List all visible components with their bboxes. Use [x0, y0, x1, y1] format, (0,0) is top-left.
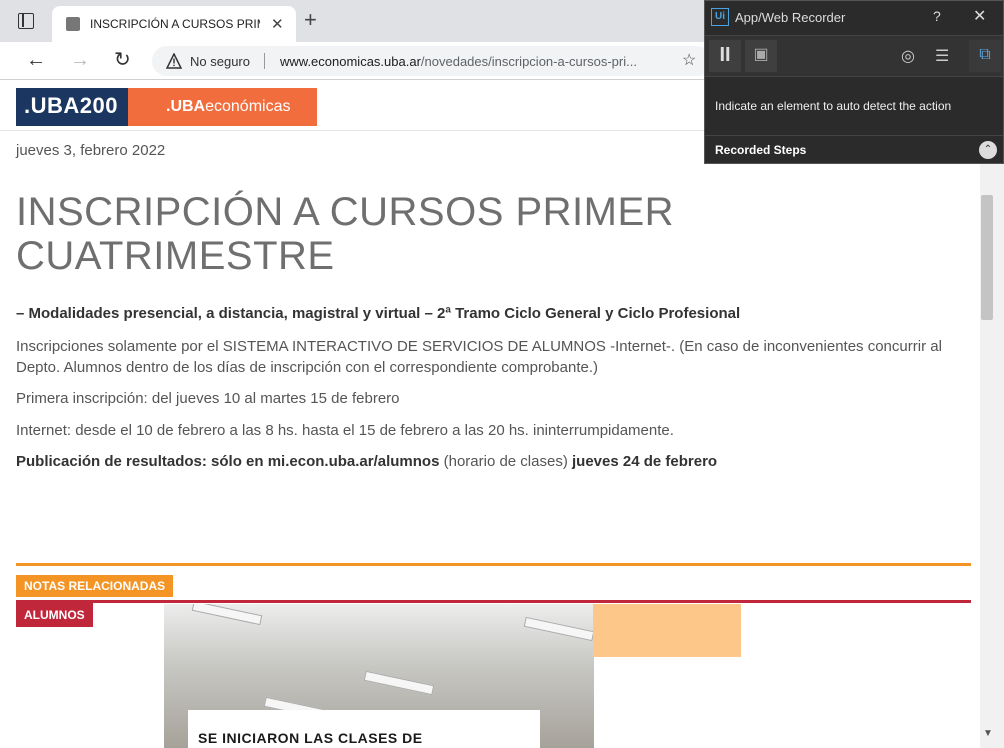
category-alumnos-tag[interactable]: ALUMNOS	[16, 603, 93, 627]
recorded-steps-label: Recorded Steps	[715, 143, 807, 157]
scrollbar-thumb[interactable]	[981, 195, 993, 320]
security-label[interactable]: No seguro	[190, 54, 250, 69]
related-divider	[16, 563, 971, 566]
recorded-steps-header[interactable]: Recorded Steps ⌃	[705, 135, 1003, 163]
site-favicon-icon	[66, 17, 80, 31]
article-date: jueves 3, febrero 2022	[16, 142, 166, 159]
save-icon[interactable]: ▣	[745, 40, 777, 72]
warning-icon[interactable]	[166, 53, 182, 69]
back-button[interactable]: ←	[26, 48, 46, 72]
resultados-bold-1: Publicación de resultados: sólo en mi.ec…	[16, 453, 440, 470]
help-button[interactable]: ?	[933, 8, 941, 24]
url-text[interactable]: www.economicas.uba.ar/novedades/inscripc…	[280, 54, 675, 69]
url-host: www.economicas.uba.ar	[280, 54, 421, 69]
browser-tab[interactable]: INSCRIPCIÓN A CURSOS PRIMER CUATRIMESTRE…	[52, 6, 296, 42]
category-divider	[16, 600, 971, 603]
uba200-logo[interactable]: .UBA200	[16, 88, 128, 126]
screen: INSCRIPCIÓN A CURSOS PRIMER CUATRIMESTRE…	[0, 0, 1004, 748]
uipath-logo-icon: Ui	[711, 8, 729, 26]
paragraph-inscripciones: Inscripciones solamente por el SISTEMA I…	[16, 338, 942, 376]
steps-list-icon[interactable]: ☰	[935, 46, 949, 66]
ceiling-light	[363, 670, 435, 696]
web-recorder-panel: Ui App/Web Recorder ? ✕ II ▣ ◎ ☰ ⧉ Indic…	[704, 0, 1004, 164]
collapse-chevron-icon[interactable]: ⌃	[979, 141, 997, 159]
address-separator	[264, 53, 265, 69]
target-icon[interactable]: ◎	[901, 46, 915, 66]
recorder-hint: Indicate an element to auto detect the a…	[715, 99, 952, 113]
logo-eco-suffix: económicas	[205, 98, 291, 115]
close-recorder-button[interactable]: ✕	[973, 6, 986, 26]
recorder-settings-icon[interactable]: ⧉	[969, 40, 1001, 72]
new-tab-button[interactable]: +	[304, 9, 317, 31]
forward-button[interactable]: →	[70, 48, 90, 72]
logo-eco-prefix: .UBA	[166, 98, 206, 115]
ceiling-light	[191, 604, 263, 626]
uba-economicas-logo[interactable]: .UBAeconómicas	[128, 88, 317, 126]
article-title: INSCRIPCIÓN A CURSOS PRIMER CUATRIMESTRE	[16, 190, 675, 278]
article-subtitle: – Modalidades presencial, a distancia, m…	[16, 305, 741, 322]
tab-close-icon[interactable]: ✕	[271, 15, 284, 33]
window-layout-icon[interactable]	[18, 13, 34, 29]
paragraph-resultados: Publicación de resultados: sólo en mi.ec…	[16, 451, 956, 472]
ceiling-light	[523, 616, 594, 642]
tab-title: INSCRIPCIÓN A CURSOS PRIMER CUATRIMESTRE	[90, 17, 260, 31]
resultados-bold-2: jueves 24 de febrero	[572, 453, 718, 470]
recorder-toolbar: II ▣ ◎ ☰ ⧉	[705, 35, 1003, 77]
url-path: /novedades/inscripcion-a-cursos-pri...	[420, 54, 637, 69]
resultados-normal: (horario de clases)	[439, 453, 572, 470]
recorder-title: App/Web Recorder	[735, 10, 846, 25]
favorite-star-icon[interactable]: ☆	[682, 50, 696, 70]
paragraph-internet: Internet: desde el 10 de febrero a las 8…	[16, 422, 674, 439]
paragraph-primera-inscripcion: Primera inscripción: del jueves 10 al ma…	[16, 390, 400, 407]
related-article-title[interactable]: SE INICIARON LAS CLASES DE	[198, 730, 423, 746]
page-scrollbar[interactable]	[980, 80, 1004, 748]
page-content: .UBA200 .UBAeconómicas jueves 3, febrero…	[0, 80, 980, 748]
scroll-down-arrow-icon[interactable]: ▼	[983, 728, 993, 739]
pause-button[interactable]: II	[709, 40, 741, 72]
reload-button[interactable]: ↻	[114, 48, 131, 72]
address-bar[interactable]: No seguro www.economicas.uba.ar/novedade…	[152, 46, 712, 76]
related-card-accent	[593, 604, 741, 657]
related-notes-label: NOTAS RELACIONADAS	[16, 575, 174, 597]
